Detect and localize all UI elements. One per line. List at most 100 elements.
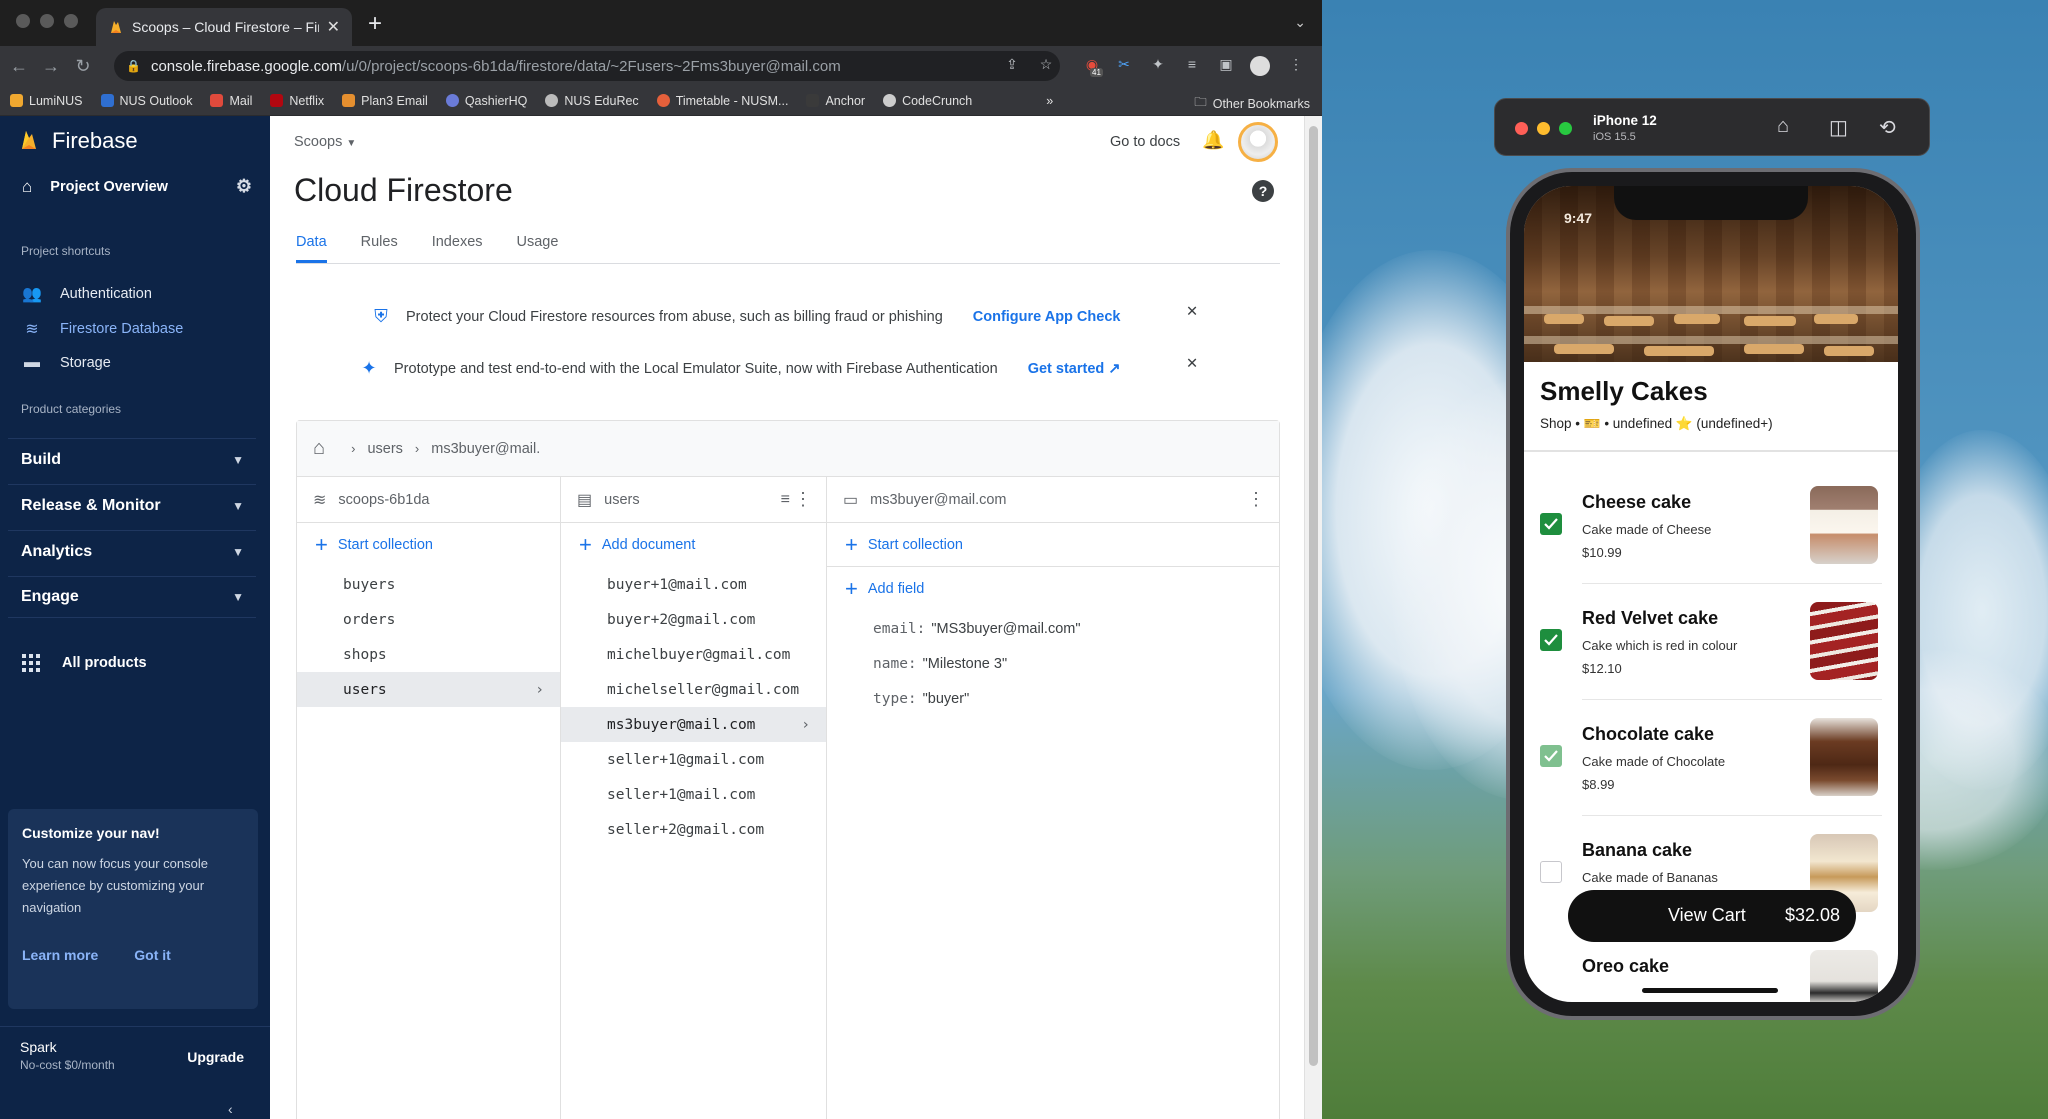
- document-field[interactable]: email: "MS3buyer@mail.com": [827, 611, 1279, 646]
- list-item[interactable]: michelseller@gmail.com: [561, 672, 826, 707]
- bookmarks-overflow-icon[interactable]: »: [1046, 94, 1053, 108]
- bookmark-item[interactable]: Mail: [210, 94, 252, 108]
- firebase-logo[interactable]: Firebase: [20, 128, 138, 154]
- rotate-icon[interactable]: ⟲: [1879, 115, 1896, 140]
- notifications-bell-icon[interactable]: 🔔: [1202, 130, 1224, 151]
- sidebar-item-authentication[interactable]: 👥 Authentication: [22, 284, 152, 304]
- more-vert-icon[interactable]: ⋮: [1247, 489, 1265, 510]
- bookmark-item[interactable]: NUS EduRec: [545, 94, 639, 108]
- upgrade-button[interactable]: Upgrade: [187, 1049, 244, 1065]
- learn-more-link[interactable]: Learn more: [22, 947, 98, 963]
- add-field-button[interactable]: + Add field: [827, 567, 1279, 611]
- home-icon[interactable]: ⌂: [1777, 115, 1789, 138]
- list-item[interactable]: buyer+2@gmail.com: [561, 602, 826, 637]
- cake-row[interactable]: Chocolate cake Cake made of Chocolate $8…: [1524, 700, 1898, 816]
- address-bar[interactable]: 🔒 console.firebase.google.com/u/0/projec…: [114, 51, 1060, 81]
- cake-row[interactable]: Cheese cake Cake made of Cheese $10.99: [1524, 468, 1898, 584]
- bookmark-item[interactable]: CodeCrunch: [883, 94, 972, 108]
- tab-usage[interactable]: Usage: [517, 234, 559, 263]
- browser-menu-icon[interactable]: ⋮: [1286, 56, 1306, 76]
- side-panel-icon[interactable]: ▣: [1216, 56, 1236, 76]
- go-to-docs-link[interactable]: Go to docs: [1110, 134, 1180, 150]
- sidebar-item-firestore[interactable]: ≋ Firestore Database: [22, 319, 183, 339]
- sim-minimize-button[interactable]: [1537, 122, 1550, 135]
- bookmark-item[interactable]: LumiNUS: [10, 94, 83, 108]
- bookmark-item[interactable]: Timetable - NUSM...: [656, 94, 788, 108]
- bookmark-item[interactable]: Plan3 Email: [342, 94, 428, 108]
- view-cart-button[interactable]: View Cart $32.08: [1568, 890, 1856, 942]
- checkbox-unchecked[interactable]: [1540, 861, 1562, 883]
- list-item[interactable]: buyers: [297, 567, 560, 602]
- profile-avatar[interactable]: [1250, 56, 1270, 76]
- extensions-puzzle-icon[interactable]: ✦: [1148, 56, 1168, 76]
- checkbox-checked[interactable]: [1540, 629, 1562, 651]
- other-bookmarks-folder[interactable]: 🗀 Other Bookmarks: [1194, 93, 1310, 114]
- sidebar-group-build[interactable]: Build ▼: [8, 438, 256, 480]
- sim-close-button[interactable]: [1515, 122, 1528, 135]
- list-item[interactable]: orders: [297, 602, 560, 637]
- document-field[interactable]: type: "buyer": [827, 681, 1279, 716]
- sidebar-item-storage[interactable]: ▬ Storage: [22, 354, 111, 372]
- project-overview-link[interactable]: ⌂ Project Overview ⚙: [22, 172, 252, 202]
- cake-row[interactable]: Red Velvet cake Cake which is red in col…: [1524, 584, 1898, 700]
- tab-data[interactable]: Data: [296, 234, 327, 263]
- list-item[interactable]: seller+2@gmail.com: [561, 812, 826, 847]
- close-icon[interactable]: ✕: [1186, 356, 1198, 372]
- reload-icon[interactable]: ↻: [70, 56, 96, 77]
- bookmark-item[interactable]: QashierHQ: [445, 94, 527, 108]
- checkbox-checked[interactable]: [1540, 513, 1562, 535]
- list-item[interactable]: seller+1@mail.com: [561, 777, 826, 812]
- home-icon[interactable]: ⌂: [313, 437, 325, 460]
- bookmark-star-icon[interactable]: ☆: [1036, 56, 1056, 76]
- window-zoom-button[interactable]: [64, 14, 78, 28]
- start-collection-button[interactable]: + Start collection: [297, 523, 560, 567]
- bookmark-item[interactable]: Netflix: [270, 94, 324, 108]
- collapse-sidebar-icon[interactable]: ‹: [228, 1101, 233, 1117]
- gear-icon[interactable]: ⚙: [236, 176, 252, 197]
- list-item[interactable]: users ›: [297, 672, 560, 707]
- list-item[interactable]: michelbuyer@gmail.com: [561, 637, 826, 672]
- share-icon[interactable]: ⇪: [1002, 56, 1022, 76]
- document-field[interactable]: name: "Milestone 3": [827, 646, 1279, 681]
- breadcrumb-item[interactable]: ms3buyer@mail.: [431, 441, 540, 457]
- window-minimize-button[interactable]: [40, 14, 54, 28]
- tab-close-icon[interactable]: ✕: [327, 17, 340, 37]
- list-item[interactable]: buyer+1@mail.com: [561, 567, 826, 602]
- filter-icon[interactable]: ≡: [781, 491, 790, 509]
- got-it-button[interactable]: Got it: [134, 947, 171, 963]
- window-close-button[interactable]: [16, 14, 30, 28]
- get-started-link[interactable]: Get started ↗: [1028, 361, 1121, 377]
- configure-app-check-link[interactable]: Configure App Check: [973, 309, 1121, 325]
- list-item[interactable]: seller+1@gmail.com: [561, 742, 826, 777]
- more-vert-icon[interactable]: ⋮: [794, 489, 812, 510]
- list-item[interactable]: ms3buyer@mail.com ›: [561, 707, 826, 742]
- sidebar-group-analytics[interactable]: Analytics ▼: [8, 530, 256, 572]
- help-icon[interactable]: ?: [1252, 180, 1274, 202]
- checkbox-checked[interactable]: [1540, 745, 1562, 767]
- back-icon[interactable]: ←: [6, 56, 32, 77]
- close-icon[interactable]: ✕: [1186, 304, 1198, 320]
- tab-search-chevron-icon[interactable]: ⌄: [1294, 14, 1306, 31]
- sidebar-group-engage[interactable]: Engage ▼: [8, 576, 256, 618]
- tab-indexes[interactable]: Indexes: [432, 234, 483, 263]
- forward-icon[interactable]: →: [38, 56, 64, 77]
- screenshot-icon[interactable]: ◫: [1829, 115, 1848, 140]
- extension-tool-icon[interactable]: ✂: [1114, 56, 1134, 76]
- start-collection-button[interactable]: + Start collection: [827, 523, 1279, 567]
- project-selector[interactable]: Scoops ▼: [294, 134, 356, 150]
- list-item[interactable]: shops: [297, 637, 560, 672]
- add-document-button[interactable]: + Add document: [561, 523, 826, 567]
- sim-zoom-button[interactable]: [1559, 122, 1572, 135]
- bookmark-item[interactable]: Anchor: [806, 94, 865, 108]
- sidebar-group-release-monitor[interactable]: Release & Monitor ▼: [8, 484, 256, 526]
- tab-rules[interactable]: Rules: [361, 234, 398, 263]
- reading-list-icon[interactable]: ≡: [1182, 56, 1202, 76]
- new-tab-icon[interactable]: +: [368, 10, 382, 38]
- all-products-link[interactable]: All products: [22, 654, 147, 672]
- browser-tab-active[interactable]: Scoops – Cloud Firestore – Fir ✕: [96, 8, 352, 46]
- page-scrollbar[interactable]: [1304, 116, 1322, 1119]
- breadcrumb-item[interactable]: users: [367, 441, 402, 457]
- home-indicator[interactable]: [1642, 988, 1778, 993]
- bookmark-item[interactable]: NUS Outlook: [100, 94, 192, 108]
- account-avatar[interactable]: [1238, 122, 1278, 162]
